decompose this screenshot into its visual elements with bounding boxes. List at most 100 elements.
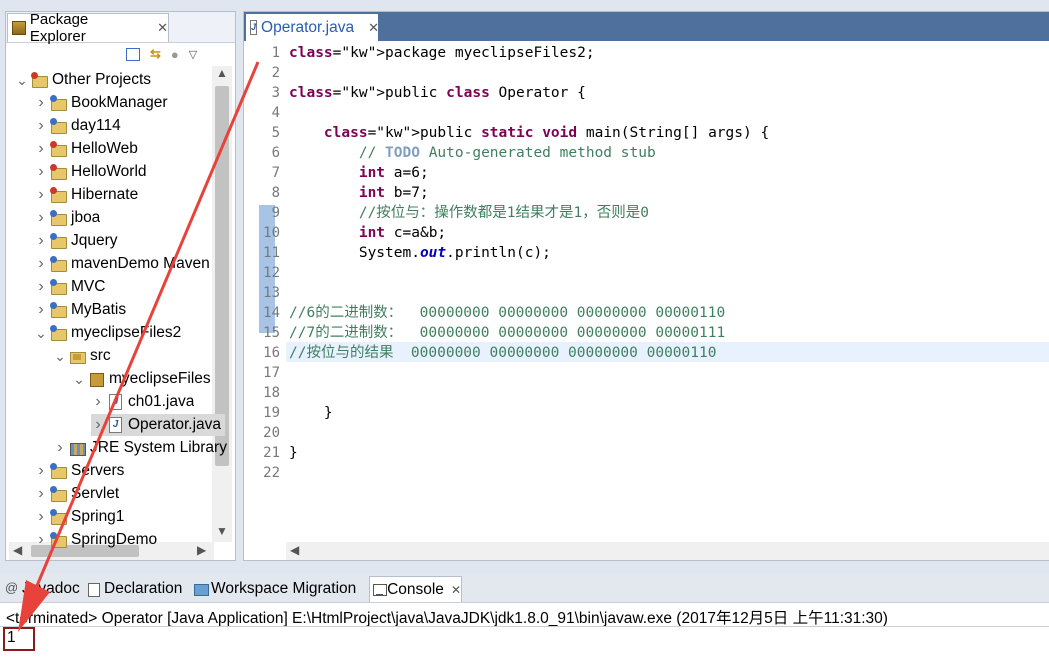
chevron-down-icon[interactable]: ⌄ (53, 348, 67, 365)
chevron-right-icon[interactable]: › (34, 278, 48, 296)
scroll-up-icon[interactable]: ▲ (216, 66, 228, 80)
tree-item[interactable]: › JRE System Library (53, 437, 227, 459)
tree-item[interactable]: › MVC (34, 276, 105, 298)
code-line[interactable]: //按位与：操作数都是1结果才是1，否则是0 (289, 203, 769, 223)
collapse-all-icon[interactable] (126, 47, 140, 61)
tree-item[interactable]: › MyBatis (34, 299, 126, 321)
close-icon[interactable]: ✕ (368, 20, 379, 36)
scroll-left-icon[interactable]: ◀ (290, 543, 299, 557)
code-line[interactable]: class="kw">public class Operator { (289, 83, 769, 103)
code-line[interactable]: } (289, 443, 769, 463)
java-project-icon (50, 233, 68, 249)
chevron-right-icon[interactable]: › (34, 163, 48, 181)
chevron-right-icon[interactable]: › (34, 301, 48, 319)
view-menu-icon[interactable]: ▽ (189, 48, 197, 61)
scroll-right-icon[interactable]: ▶ (197, 543, 206, 557)
editor-horizontal-scrollbar[interactable]: ◀ (286, 542, 1049, 560)
tab-javadoc[interactable]: Javadoc (2, 576, 84, 602)
close-icon[interactable]: ✕ (451, 583, 461, 597)
chevron-right-icon[interactable]: › (53, 439, 67, 457)
tree-vertical-scrollbar[interactable]: ▲ ▼ (212, 66, 232, 542)
code-line[interactable] (289, 363, 769, 383)
java-project-icon (50, 532, 68, 548)
working-set-icon (31, 72, 49, 88)
chevron-right-icon[interactable]: › (34, 94, 48, 112)
scroll-left-icon[interactable]: ◀ (13, 543, 22, 557)
tree-item[interactable]: ⌄ src (53, 345, 111, 367)
chevron-right-icon[interactable]: › (34, 209, 48, 227)
tree-item[interactable]: › day114 (34, 115, 121, 137)
code-line[interactable] (289, 383, 769, 403)
link-with-editor-icon[interactable]: ⇆ (150, 46, 161, 62)
code-line[interactable] (289, 63, 769, 83)
chevron-right-icon[interactable]: › (34, 232, 48, 250)
code-line[interactable] (289, 463, 769, 483)
tree-item[interactable]: › mavenDemo Maven (34, 253, 210, 275)
line-number: 22 (263, 465, 280, 481)
tree-item[interactable]: › Hibernate (34, 184, 138, 206)
code-line[interactable] (289, 103, 769, 123)
tree-item[interactable]: › ch01.java (91, 391, 194, 413)
tree-item[interactable]: › Servers (34, 460, 124, 482)
tree-item-label: jboa (71, 209, 101, 226)
maven-project-icon (50, 256, 68, 272)
chevron-down-icon[interactable]: ⌄ (15, 72, 29, 89)
code-area[interactable]: class="kw">package myeclipseFiles2; clas… (289, 42, 769, 483)
chevron-right-icon[interactable]: › (34, 255, 48, 273)
tree-item-label: MVC (71, 278, 106, 295)
code-line[interactable]: //6的二进制数： 00000000 00000000 00000000 000… (289, 303, 769, 323)
tree-item[interactable]: › jboa (34, 207, 100, 229)
package-explorer-tab[interactable]: Package Explorer ✕ (7, 12, 169, 45)
code-line[interactable] (289, 263, 769, 283)
chevron-right-icon[interactable]: › (34, 531, 48, 549)
line-number: 11 (263, 245, 280, 261)
chevron-right-icon[interactable]: › (91, 393, 105, 411)
code-line[interactable]: int b=7; (289, 183, 769, 203)
editor-tab-operator[interactable]: J Operator.java ✕ (246, 14, 379, 41)
chevron-right-icon[interactable]: › (34, 462, 48, 480)
package-explorer-tabbar: Package Explorer ✕ (6, 12, 235, 45)
tree-item[interactable]: ⌄ myeclipseFiles (72, 368, 211, 390)
tree-item-label: Hibernate (71, 186, 139, 203)
code-line[interactable] (289, 283, 769, 303)
code-line[interactable]: int a=6; (289, 163, 769, 183)
tree-item[interactable]: › HelloWeb (34, 138, 138, 160)
code-line[interactable]: // TODO Auto-generated method stub (289, 143, 769, 163)
tree-item[interactable]: ⌄ myeclipseFiles2 (34, 322, 181, 344)
chevron-down-icon[interactable]: ⌄ (72, 371, 86, 388)
tree-item[interactable]: › Operator.java (91, 414, 226, 436)
tree-item[interactable]: › Spring1 (34, 506, 124, 528)
code-line[interactable]: //按位与的结果 00000000 00000000 00000000 0000… (289, 343, 769, 363)
tree-item[interactable]: › SpringDemo (34, 529, 157, 551)
tab-console[interactable]: Console ✕ (369, 576, 462, 602)
line-number: 7 (271, 165, 280, 181)
chevron-down-icon[interactable]: ⌄ (34, 325, 48, 342)
chevron-right-icon[interactable]: › (34, 508, 48, 526)
code-line[interactable]: System.out.println(c); (289, 243, 769, 263)
line-number: 12 (263, 265, 280, 281)
focus-icon[interactable]: ● (171, 47, 179, 62)
tree-item[interactable]: › Servlet (34, 483, 119, 505)
chevron-right-icon[interactable]: › (34, 485, 48, 503)
code-line[interactable] (289, 423, 769, 443)
close-icon[interactable]: ✕ (157, 20, 168, 36)
code-line[interactable]: class="kw">package myeclipseFiles2; (289, 43, 769, 63)
tree-item[interactable]: › Jquery (34, 230, 118, 252)
line-number: 2 (271, 65, 280, 81)
tree-vertical-scroll-thumb[interactable] (215, 86, 229, 466)
scroll-down-icon[interactable]: ▼ (216, 524, 228, 538)
tree-item[interactable]: › HelloWorld (34, 161, 147, 183)
code-line[interactable]: //7的二进制数： 00000000 00000000 00000000 000… (289, 323, 769, 343)
web-project-icon (50, 187, 68, 203)
chevron-right-icon[interactable]: › (34, 140, 48, 158)
tree-item[interactable]: ⌄ Other Projects (15, 69, 151, 91)
tab-declaration[interactable]: Declaration (84, 576, 192, 602)
code-line[interactable]: } (289, 403, 769, 423)
code-line[interactable]: int c=a&b; (289, 223, 769, 243)
tab-workspace-migration[interactable]: Workspace Migration (191, 576, 369, 602)
chevron-right-icon[interactable]: › (34, 186, 48, 204)
tree-item[interactable]: › BookManager (34, 92, 168, 114)
code-line[interactable]: class="kw">public static void main(Strin… (289, 123, 769, 143)
chevron-right-icon[interactable]: › (34, 117, 48, 135)
chevron-right-icon[interactable]: › (91, 416, 105, 434)
